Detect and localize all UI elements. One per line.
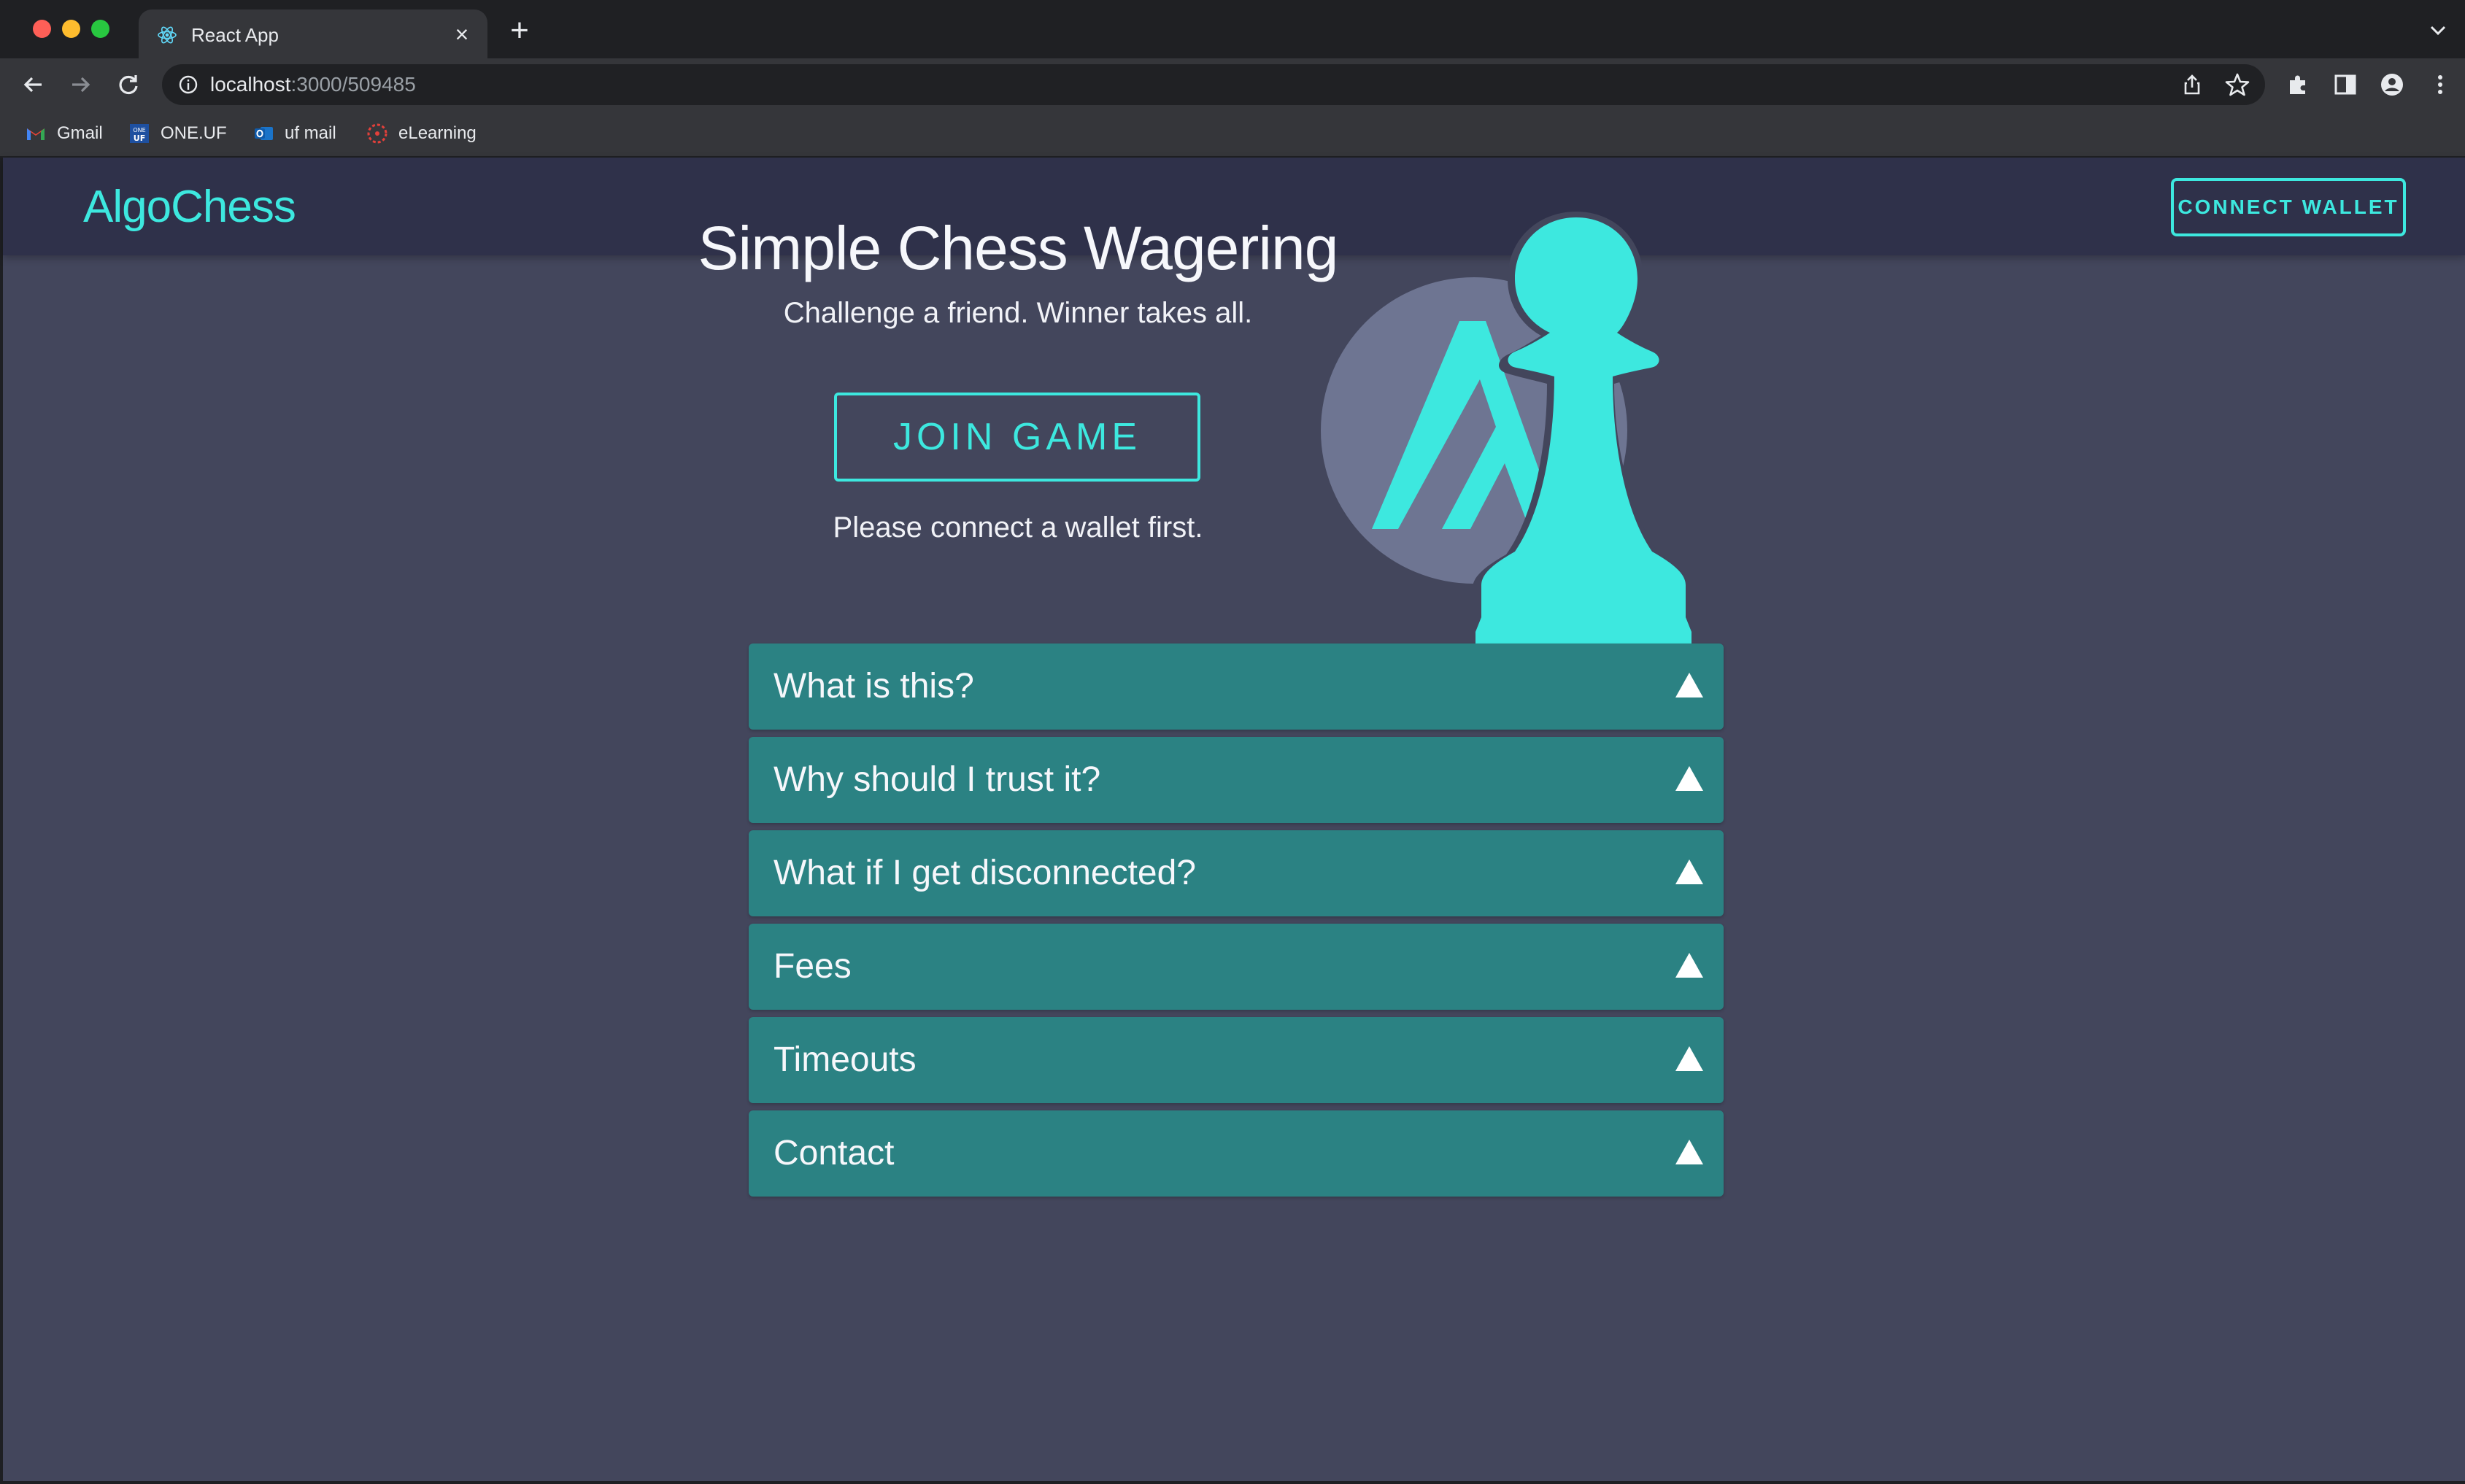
svg-text:ONE: ONE bbox=[133, 127, 145, 134]
browser-toolbar: localhost:3000/509485 bbox=[0, 58, 2465, 111]
algorand-pawn-illustration bbox=[1321, 212, 1700, 649]
faq-item-disconnected[interactable]: What if I get disconnected? bbox=[749, 830, 1724, 916]
caret-up-icon bbox=[1675, 1140, 1703, 1164]
reload-button[interactable] bbox=[111, 67, 146, 102]
faq-item-label: Fees bbox=[774, 947, 852, 986]
caret-up-icon bbox=[1675, 859, 1703, 884]
back-button[interactable] bbox=[16, 67, 51, 102]
bookmarks-bar: Gmail ONE UF ONE.UF uf mail eLearning bbox=[0, 111, 2465, 158]
svg-text:UF: UF bbox=[134, 134, 145, 143]
bookmark-star-icon[interactable] bbox=[2224, 72, 2250, 98]
faq-item-label: What if I get disconnected? bbox=[774, 854, 1196, 892]
faq-item-timeouts[interactable]: Timeouts bbox=[749, 1017, 1724, 1103]
elearning-icon bbox=[367, 123, 387, 144]
window-close-button[interactable] bbox=[33, 20, 51, 38]
brand-logo[interactable]: AlgoChess bbox=[83, 181, 296, 233]
extensions-puzzle-icon[interactable] bbox=[2285, 72, 2312, 98]
faq-item-what-is-this[interactable]: What is this? bbox=[749, 644, 1724, 730]
faq-item-label: Contact bbox=[774, 1134, 895, 1172]
faq-item-label: Timeouts bbox=[774, 1040, 917, 1079]
react-icon bbox=[158, 26, 177, 44]
faq-item-label: Why should I trust it? bbox=[774, 760, 1101, 799]
bookmark-label: eLearning bbox=[398, 123, 477, 143]
profile-icon[interactable] bbox=[2379, 72, 2405, 98]
tab-search-chevron-icon[interactable] bbox=[2427, 19, 2449, 41]
one-uf-icon: ONE UF bbox=[130, 124, 149, 143]
bookmark-label: uf mail bbox=[285, 123, 336, 143]
forward-arrow-icon bbox=[72, 77, 90, 93]
site-info-icon[interactable] bbox=[177, 73, 200, 96]
browser-tab-active[interactable]: React App × bbox=[139, 9, 487, 58]
bookmark-gmail[interactable]: Gmail bbox=[25, 121, 103, 146]
caret-up-icon bbox=[1675, 1046, 1703, 1071]
browser-menu-icon[interactable] bbox=[2427, 72, 2453, 98]
join-game-button[interactable]: JOIN GAME bbox=[834, 393, 1200, 482]
outlook-icon bbox=[255, 127, 273, 140]
window-maximize-button[interactable] bbox=[91, 20, 109, 38]
browser-tab-strip: React App × + bbox=[0, 0, 2465, 58]
tab-close-icon[interactable]: × bbox=[450, 22, 474, 47]
bookmark-label: Gmail bbox=[57, 123, 103, 143]
faq-accordion: What is this? Why should I trust it? Wha… bbox=[749, 644, 1724, 1204]
gmail-icon bbox=[27, 128, 45, 140]
url-path: :3000/509485 bbox=[290, 73, 416, 96]
address-bar[interactable]: localhost:3000/509485 bbox=[162, 64, 2265, 105]
caret-up-icon bbox=[1675, 673, 1703, 697]
tab-title: React App bbox=[191, 24, 279, 46]
bookmark-one-uf[interactable]: ONE UF ONE.UF bbox=[128, 121, 227, 146]
faq-item-label: What is this? bbox=[774, 667, 974, 706]
bookmark-label: ONE.UF bbox=[161, 123, 227, 143]
screen: React App × + localhost:3000/509485 Gmai… bbox=[0, 0, 2465, 1484]
share-icon[interactable] bbox=[2180, 73, 2204, 96]
faq-item-fees[interactable]: Fees bbox=[749, 924, 1724, 1010]
faq-item-trust[interactable]: Why should I trust it? bbox=[749, 737, 1724, 823]
bookmark-uf-mail[interactable]: uf mail bbox=[252, 121, 336, 146]
caret-up-icon bbox=[1675, 953, 1703, 978]
caret-up-icon bbox=[1675, 766, 1703, 791]
reload-icon bbox=[119, 75, 138, 95]
window-minimize-button[interactable] bbox=[62, 20, 80, 38]
back-arrow-icon bbox=[23, 77, 42, 93]
bookmark-elearning[interactable]: eLearning bbox=[366, 121, 477, 146]
forward-button[interactable] bbox=[63, 67, 98, 102]
faq-item-contact[interactable]: Contact bbox=[749, 1110, 1724, 1197]
side-panel-icon[interactable] bbox=[2332, 72, 2358, 98]
connect-wallet-button[interactable]: CONNECT WALLET bbox=[2171, 178, 2406, 236]
url-text: localhost:3000/509485 bbox=[210, 72, 416, 98]
new-tab-button[interactable]: + bbox=[504, 15, 536, 48]
url-host: localhost bbox=[210, 73, 291, 96]
